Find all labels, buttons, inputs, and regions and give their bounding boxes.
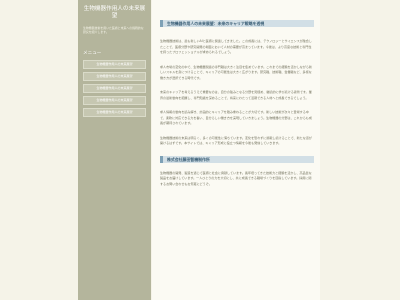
menu-heading: メニュー [83,51,102,57]
sidebar: 生物機器作用人の未来展望 生物機器技術を用いた医療と未来への挑戦的な研究を紹介し… [78,0,151,300]
article-paragraph: 求人市場の変化の中で、生物機器関連の専門職は大きく注目を集めています。これまでの… [160,64,312,80]
section-heading-main: 生物機器作用人の未来展望：未来のキャリア戦略を透視 [160,20,314,28]
menu-item-3[interactable]: 生物機器作用人の未来展望 [83,84,146,94]
menu-list: 生物機器作用人の未来展望 生物機器作用人の未来展望 生物機器作用人の未来展望 生… [83,60,146,118]
main-content: 生物機器作用人の未来展望：未来のキャリア戦略を透視 生物機器技術は、最も新しいA… [152,0,320,300]
menu-item-2[interactable]: 生物機器作用人の未来展望 [83,72,146,82]
company-paragraph: 生物機器の開発、製造を通じて医療と社会に貢献しています。長年培ってきた技術力と経… [160,170,312,186]
article-paragraph: 未来のキャリアを考えるうえで重要なのは、自分の強みとなる分野を見極め、継続的に学… [160,90,312,100]
site-description: 生物機器技術を用いた医療と未来への挑戦的な研究を紹介します。 [83,25,144,35]
site-title[interactable]: 生物機器作用人の未来展望 [83,6,146,21]
menu-item-5[interactable]: 生物機器作用人の未来展望 [83,108,146,118]
section-heading-company: 株式会社藤田智機制作所 [160,155,314,163]
article-paragraph: 生物機器技術は、最も新しいAIと医療に関連してきました。この成長には、テクノロジ… [160,39,312,55]
article-paragraph: 求人情報の動向を読み解き、計画的にキャリアを積み重ねることが大切です。新しい技術… [160,110,312,126]
article-paragraph: 生物機器技術の未来は明るく、多くの可能性に満ちています。変化を恐れずに挑戦し続け… [160,135,312,146]
menu-item-4[interactable]: 生物機器作用人の未来展望 [83,96,146,106]
menu-item-1[interactable]: 生物機器作用人の未来展望 [83,60,146,70]
